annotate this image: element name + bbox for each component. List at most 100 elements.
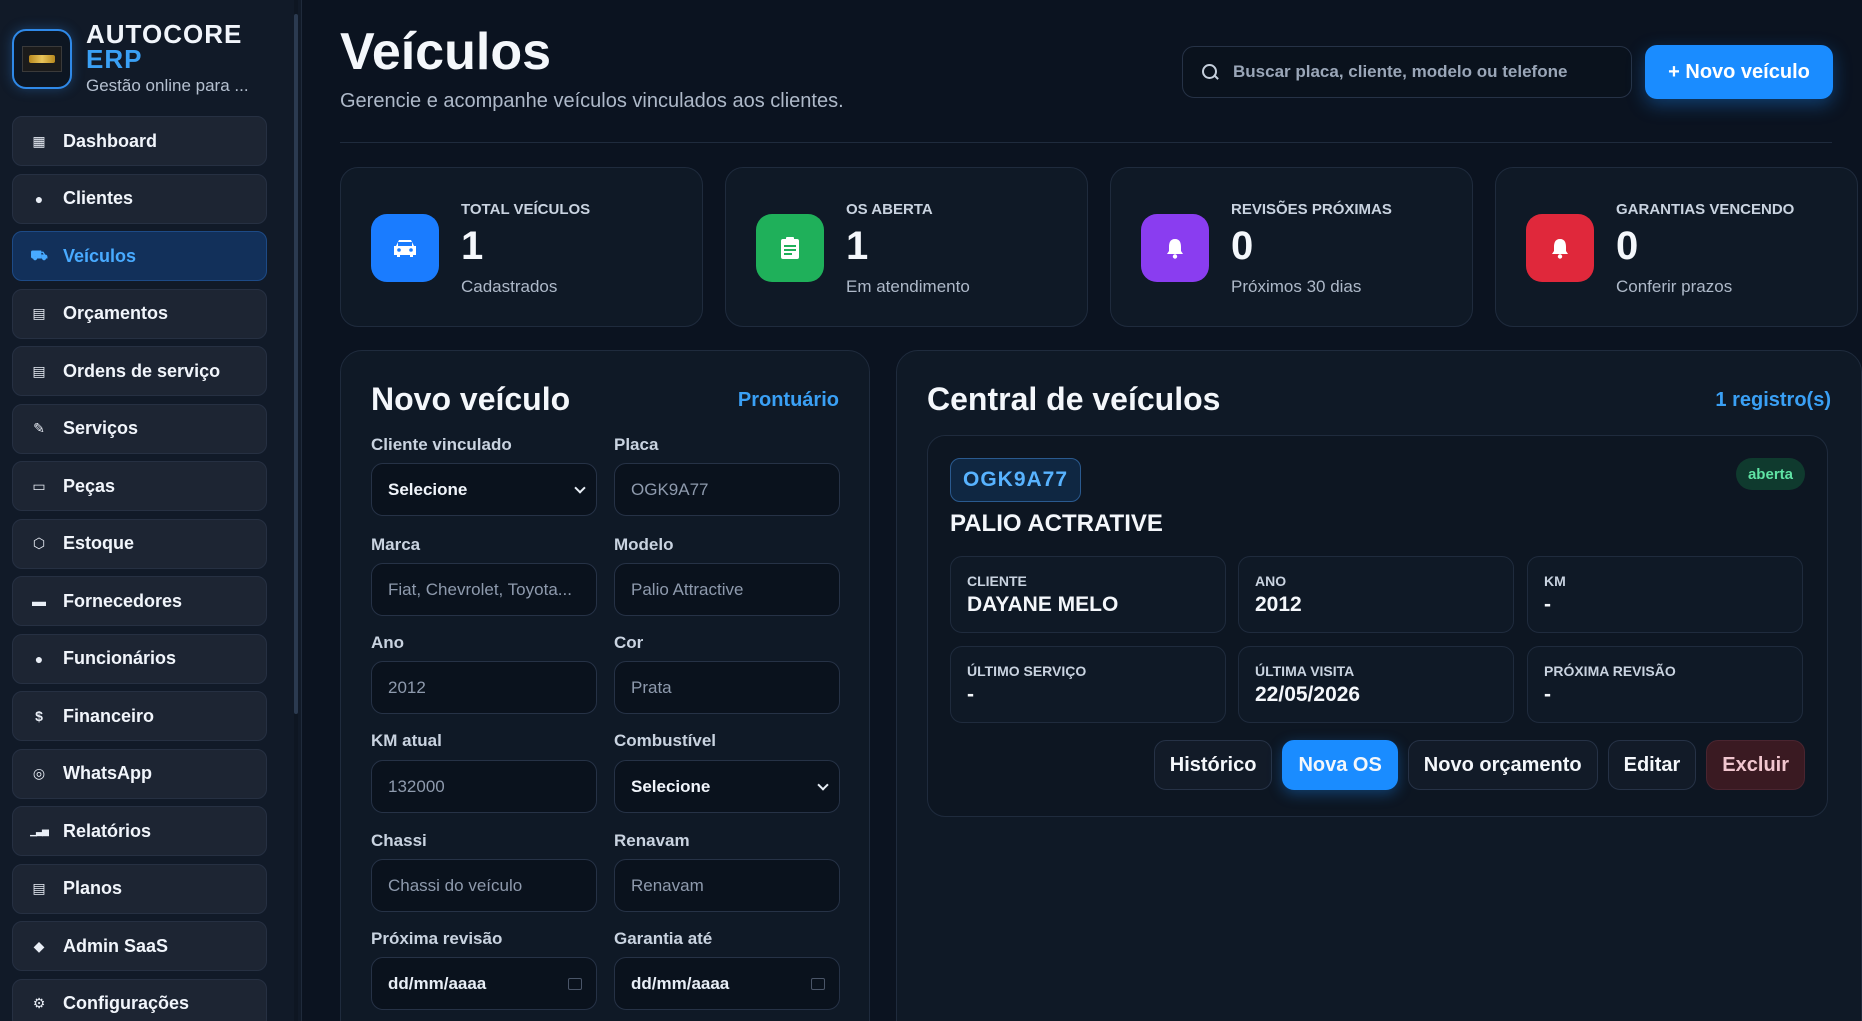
sidebar-item-label: Funcionários <box>63 648 177 668</box>
edit-button[interactable]: Editar <box>1607 740 1697 790</box>
stat-card-upcoming-revisions: REVISÕES PRÓXIMAS 0 Próximos 30 dias <box>1110 167 1473 327</box>
chassi-label: Chassi <box>371 831 427 850</box>
history-button[interactable]: Histórico <box>1153 740 1273 790</box>
new-os-button[interactable]: Nova OS <box>1282 740 1398 790</box>
employee-icon: ● <box>34 650 44 667</box>
sidebar-item-fornecedores[interactable]: ▬ Fornecedores <box>12 576 267 626</box>
cliente-select[interactable]: Selecione <box>371 463 597 516</box>
vehicle-central-panel: Central de veículos 1 registro(s) OGK9A7… <box>896 350 1862 1021</box>
sidebar-item-veiculos[interactable]: ⛟ Veículos <box>12 231 267 281</box>
info-ultimo-servico: ÚLTIMO SERVIÇO - <box>950 646 1226 723</box>
search-box[interactable] <box>1182 46 1632 98</box>
sidebar-item-label: Dashboard <box>63 130 158 151</box>
combustivel-label: Combustível <box>614 731 717 750</box>
info-value: 2012 <box>1255 593 1302 616</box>
delete-button[interactable]: Excluir <box>1706 740 1805 790</box>
stat-card-open-os: OS ABERTA 1 Em atendimento <box>725 167 1088 327</box>
sidebar-item-funcionarios[interactable]: ● Funcionários <box>12 633 267 684</box>
sidebar-item-pecas[interactable]: ▭ Peças <box>12 461 267 511</box>
header-divider <box>340 142 1832 143</box>
new-vehicle-form-panel: Novo veículo Prontuário Cliente vinculad… <box>340 350 870 1021</box>
new-vehicle-button[interactable]: + Novo veículo <box>1645 45 1833 99</box>
cliente-label: Cliente vinculado <box>371 435 512 454</box>
marca-placeholder: Fiat, Chevrolet, Toyota... <box>388 579 572 599</box>
km-input[interactable]: 132000 <box>371 760 597 813</box>
chassi-input[interactable]: Chassi do veículo <box>371 859 597 912</box>
shield-icon: ◆ <box>33 937 45 954</box>
form-title: Novo veículo <box>371 381 571 417</box>
stat-value: 0 <box>1231 224 1254 268</box>
sidebar-item-financeiro[interactable]: $ Financeiro <box>12 691 267 741</box>
marca-input[interactable]: Fiat, Chevrolet, Toyota... <box>371 563 597 616</box>
modelo-input[interactable]: Palio Attractive <box>614 563 840 616</box>
sidebar-item-label: Financeiro <box>63 705 155 726</box>
calendar-icon[interactable] <box>568 977 582 990</box>
info-label: ÚLTIMA VISITA <box>1255 663 1355 679</box>
sidebar-item-relatorios[interactable]: ▁▃▅ Relatórios <box>12 806 267 856</box>
sidebar-item-clientes[interactable]: ● Clientes <box>12 173 267 224</box>
revisao-label: Próxima revisão <box>371 929 503 948</box>
car-icon <box>371 214 439 282</box>
part-icon: ▭ <box>32 477 46 494</box>
user-icon: ● <box>34 190 44 207</box>
stat-value: 0 <box>1616 224 1639 268</box>
cor-placeholder: Prata <box>631 677 672 697</box>
prontuario-link[interactable]: Prontuário <box>738 389 839 412</box>
sidebar-item-dashboard[interactable]: ▦ Dashboard <box>12 116 267 166</box>
vehicle-actions: Histórico Nova OS Novo orçamento Editar … <box>1153 740 1805 790</box>
new-quote-button[interactable]: Novo orçamento <box>1407 740 1598 790</box>
brand-logo[interactable] <box>12 29 72 89</box>
logo-image <box>22 46 62 72</box>
sidebar-item-ordens-de-servico[interactable]: ▤ Ordens de serviço <box>12 346 267 396</box>
dashboard-icon: ▦ <box>32 132 46 149</box>
whatsapp-icon: ◎ <box>32 765 46 781</box>
renavam-label: Renavam <box>614 831 690 850</box>
stat-card-expiring-warranties: GARANTIAS VENCENDO 0 Conferir prazos <box>1495 167 1858 327</box>
sidebar-item-configuracoes[interactable]: ⚙ Configurações <box>12 978 267 1021</box>
chevron-down-icon <box>817 778 829 791</box>
vehicle-card: OGK9A77 aberta PALIO ACTRATIVE CLIENTE D… <box>927 435 1828 817</box>
sidebar-item-servicos[interactable]: ✎ Serviços <box>12 403 267 454</box>
cliente-select-value: Selecione <box>388 479 468 499</box>
sidebar-scrollbar-thumb[interactable] <box>294 14 298 714</box>
renavam-input[interactable]: Renavam <box>614 859 840 912</box>
sidebar-item-whatsapp[interactable]: ◎ WhatsApp <box>12 748 267 799</box>
cor-input[interactable]: Prata <box>614 661 840 714</box>
sidebar-nav: ▦ Dashboard ● Clientes ⛟ Veículos ▤ Orçament… <box>12 116 289 1021</box>
stat-description: Em atendimento <box>846 277 970 296</box>
sidebar-item-planos[interactable]: ▤ Planos <box>12 863 267 914</box>
clipboard-icon <box>756 214 824 282</box>
garantia-date-input[interactable]: dd/mm/aaaa <box>614 957 840 1010</box>
info-value: - <box>1544 593 1551 616</box>
ano-label: Ano <box>371 633 405 652</box>
revisao-date-input[interactable]: dd/mm/aaaa <box>371 957 597 1010</box>
stat-value: 1 <box>461 224 484 268</box>
vehicle-name: PALIO ACTRATIVE <box>950 510 1163 537</box>
stat-value: 1 <box>846 224 869 268</box>
combustivel-select-value: Selecione <box>631 776 711 796</box>
calendar-icon[interactable] <box>811 977 825 990</box>
sidebar-item-label: Serviços <box>63 418 139 438</box>
status-badge: aberta <box>1735 458 1805 490</box>
sidebar-item-admin-saas[interactable]: ◆ Admin SaaS <box>12 921 267 971</box>
sidebar-item-label: Orçamentos <box>63 303 169 323</box>
info-value: - <box>1544 683 1551 706</box>
combustivel-select[interactable]: Selecione <box>614 760 840 813</box>
sidebar-item-label: Veículos <box>63 245 137 266</box>
brand-name: AUTOCORE <box>86 19 243 49</box>
sidebar-item-label: Planos <box>63 878 123 898</box>
garantia-date-value: dd/mm/aaaa <box>631 973 730 993</box>
stat-card-total-vehicles: TOTAL VEÍCULOS 1 Cadastrados <box>340 167 703 327</box>
sidebar-item-orcamentos[interactable]: ▤ Orçamentos <box>12 288 267 339</box>
sidebar-item-label: Estoque <box>63 533 135 553</box>
search-icon <box>1201 63 1219 81</box>
brand-tagline: Gestão online para ... <box>86 76 249 95</box>
search-input[interactable] <box>1233 62 1623 82</box>
placa-input[interactable]: OGK9A77 <box>614 463 840 516</box>
sidebar: AUTOCORE ERP Gestão online para ... ▦ Das… <box>0 0 302 1021</box>
ano-input[interactable]: 2012 <box>371 661 597 714</box>
clipboard-icon: ▤ <box>32 362 46 379</box>
info-proxima-revisao: PRÓXIMA REVISÃO - <box>1527 646 1803 723</box>
sidebar-item-estoque[interactable]: ⬡ Estoque <box>12 518 267 569</box>
page-title: Veículos <box>340 23 551 81</box>
